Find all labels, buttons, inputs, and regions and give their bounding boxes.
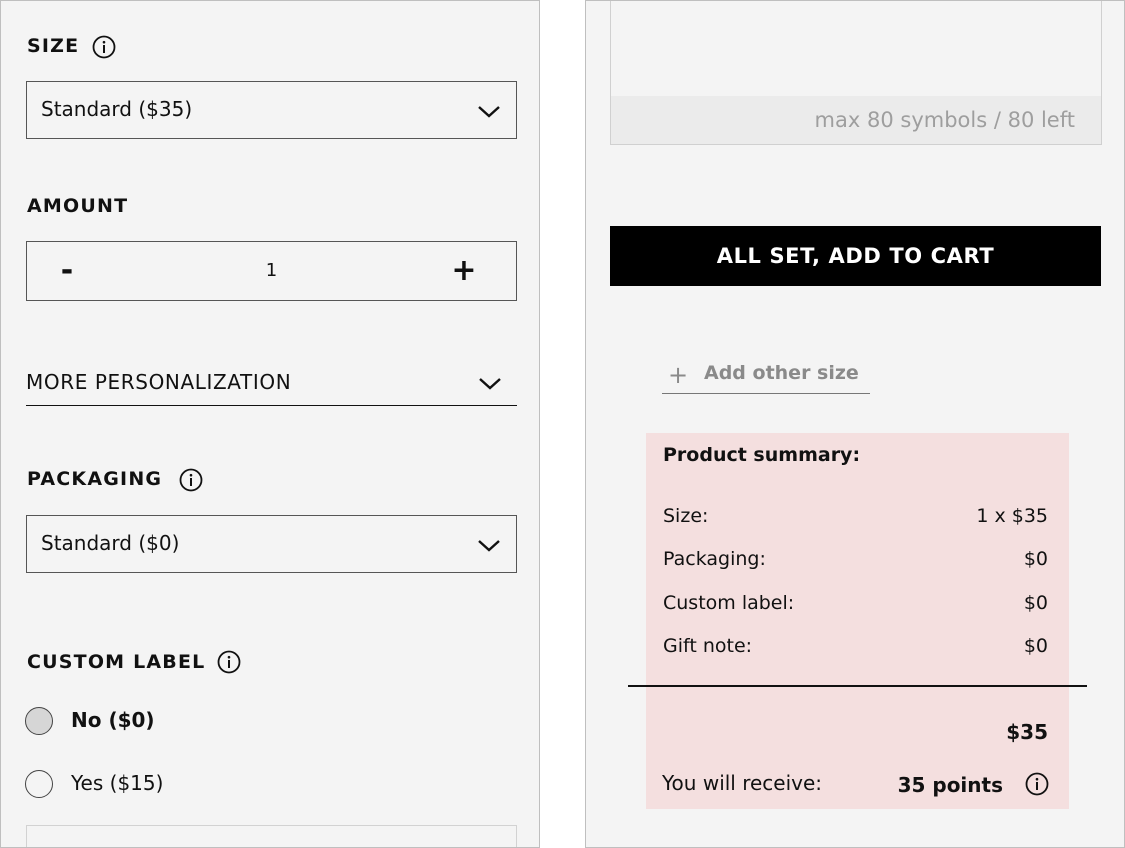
size-select[interactable]: Standard ($35) <box>26 81 517 139</box>
chevron-down-icon <box>476 102 502 120</box>
quantity-stepper: - 1 + <box>26 241 517 301</box>
custom-label-info-icon[interactable] <box>217 650 241 674</box>
product-summary: Product summary: Size: 1 x $35 Packaging… <box>646 433 1069 809</box>
size-info-icon[interactable] <box>92 35 116 59</box>
custom-label-yes-label[interactable]: Yes ($15) <box>71 771 163 795</box>
custom-label-input[interactable] <box>26 825 517 847</box>
summary-title: Product summary: <box>663 444 861 466</box>
custom-label-no-label[interactable]: No ($0) <box>71 708 155 732</box>
summary-divider <box>628 685 1087 687</box>
increase-button[interactable]: + <box>444 252 484 290</box>
amount-heading: AMOUNT <box>27 195 129 217</box>
summary-value: 1 x $35 <box>976 505 1048 527</box>
character-counter-text: max 80 symbols / 80 left <box>814 108 1075 132</box>
gift-note-textarea[interactable]: max 80 symbols / 80 left <box>610 1 1102 145</box>
quantity-value[interactable]: 1 <box>27 260 516 281</box>
size-heading: SIZE <box>27 35 80 57</box>
packaging-select[interactable]: Standard ($0) <box>26 515 517 573</box>
chevron-down-icon <box>476 536 502 554</box>
points-info-icon[interactable] <box>1025 772 1049 796</box>
points-value: 35 points <box>897 773 1003 797</box>
add-to-cart-button[interactable]: ALL SET, ADD TO CART <box>610 226 1101 286</box>
size-select-value: Standard ($35) <box>41 97 193 121</box>
summary-key: Gift note: <box>663 635 753 657</box>
plus-icon: + <box>668 361 689 389</box>
more-personalization-label: MORE PERSONALIZATION <box>26 370 292 394</box>
personalization-form-panel: SIZE Standard ($35) AMOUNT - 1 + MORE PE… <box>0 0 540 848</box>
summary-total: $35 <box>1006 720 1048 744</box>
packaging-info-icon[interactable] <box>179 468 203 492</box>
summary-value: $0 <box>1023 592 1048 614</box>
more-personalization-toggle[interactable]: MORE PERSONALIZATION <box>26 356 517 406</box>
summary-value: $0 <box>1023 548 1048 570</box>
cart-summary-panel: max 80 symbols / 80 left ALL SET, ADD TO… <box>585 0 1125 848</box>
custom-label-heading: CUSTOM LABEL <box>27 651 206 673</box>
summary-key: Packaging: <box>663 548 766 570</box>
summary-key: Custom label: <box>663 592 795 614</box>
add-other-size-label: Add other size <box>704 362 859 384</box>
summary-key: Size: <box>663 505 709 527</box>
chevron-down-icon <box>477 374 503 392</box>
add-other-size-button[interactable]: + Add other size <box>662 361 870 394</box>
points-label: You will receive: <box>662 771 823 795</box>
summary-value: $0 <box>1023 635 1048 657</box>
packaging-heading: PACKAGING <box>27 468 163 490</box>
packaging-select-value: Standard ($0) <box>41 531 180 555</box>
character-counter: max 80 symbols / 80 left <box>611 96 1101 144</box>
custom-label-no-radio[interactable] <box>25 707 53 735</box>
custom-label-yes-radio[interactable] <box>25 770 53 798</box>
